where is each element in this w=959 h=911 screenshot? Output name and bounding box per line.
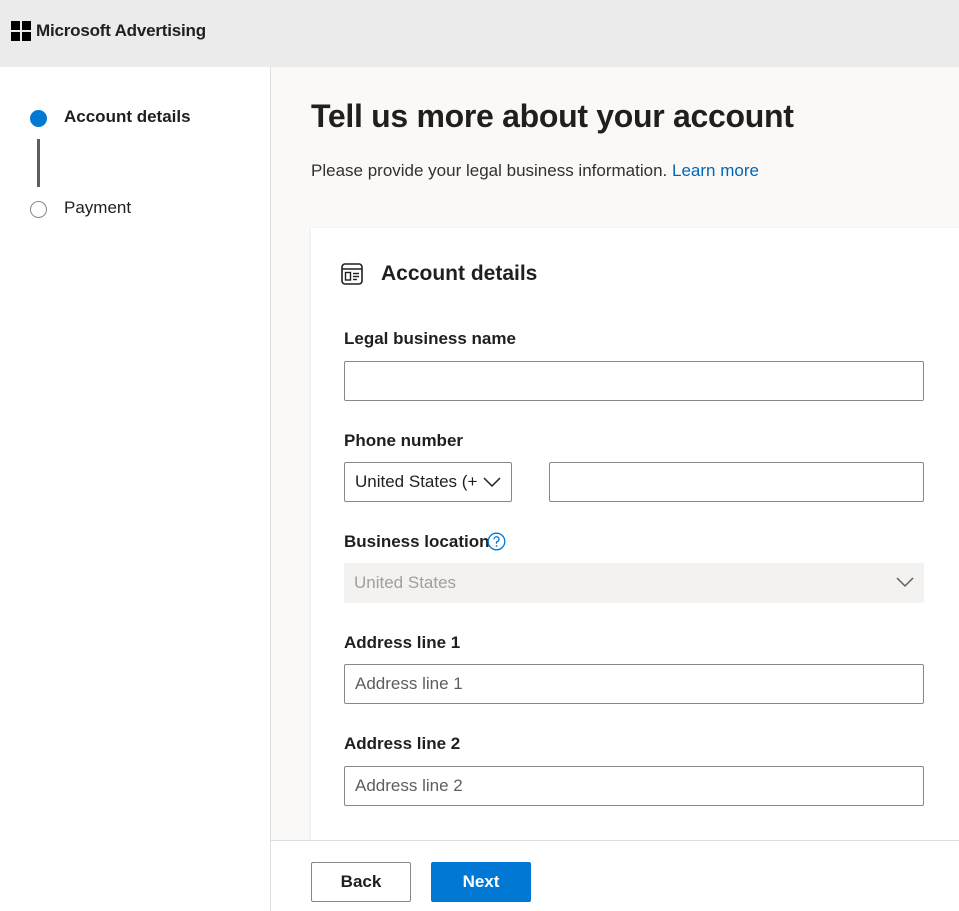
country-code-value: United States (+ <box>355 472 478 491</box>
address-line-2-label: Address line 2 <box>344 734 461 753</box>
step-account-details[interactable]: Account details <box>30 107 191 127</box>
back-button[interactable]: Back <box>311 862 411 902</box>
microsoft-logo-icon <box>11 21 31 41</box>
chevron-down-icon <box>483 477 501 488</box>
step-sidebar: Account details Payment <box>0 67 271 911</box>
next-button[interactable]: Next <box>431 862 531 902</box>
card-title: Account details <box>381 262 538 285</box>
business-location-label: Business location <box>344 532 490 551</box>
address-line-2-input[interactable] <box>344 766 924 806</box>
brand-name: Microsoft Advertising <box>36 21 206 40</box>
card-header: Account details <box>341 262 537 286</box>
address-line-1-input[interactable] <box>344 664 924 704</box>
page-title: Tell us more about your account <box>311 98 794 134</box>
legal-name-input[interactable] <box>344 361 924 401</box>
subtitle-text: Please provide your legal business infor… <box>311 161 668 180</box>
step-label: Payment <box>64 198 132 217</box>
country-code-select[interactable]: United States (+ <box>344 462 512 502</box>
top-bar: Microsoft Advertising <box>0 0 959 67</box>
phone-label: Phone number <box>344 431 464 450</box>
business-location-select: United States <box>344 563 924 603</box>
phone-number-input[interactable] <box>549 462 924 502</box>
address-line-1-label: Address line 1 <box>344 633 461 652</box>
footer-bar: Back Next <box>271 840 959 911</box>
legal-name-label: Legal business name <box>344 329 516 348</box>
step-label: Account details <box>64 107 191 126</box>
main-content: Tell us more about your account Please p… <box>271 67 959 840</box>
step-active-dot-icon <box>30 110 47 127</box>
account-details-card: Account details Legal business name Phon… <box>311 228 959 840</box>
question-circle-icon[interactable] <box>487 532 506 551</box>
chevron-down-icon <box>896 577 914 588</box>
step-inactive-dot-icon <box>30 201 47 218</box>
learn-more-link[interactable]: Learn more <box>672 161 759 180</box>
step-payment[interactable]: Payment <box>30 198 131 218</box>
form-icon <box>341 263 363 285</box>
brand[interactable]: Microsoft Advertising <box>11 21 206 41</box>
step-connector <box>37 139 40 187</box>
page-subtitle: Please provide your legal business infor… <box>311 161 759 181</box>
business-location-value: United States <box>354 573 457 592</box>
